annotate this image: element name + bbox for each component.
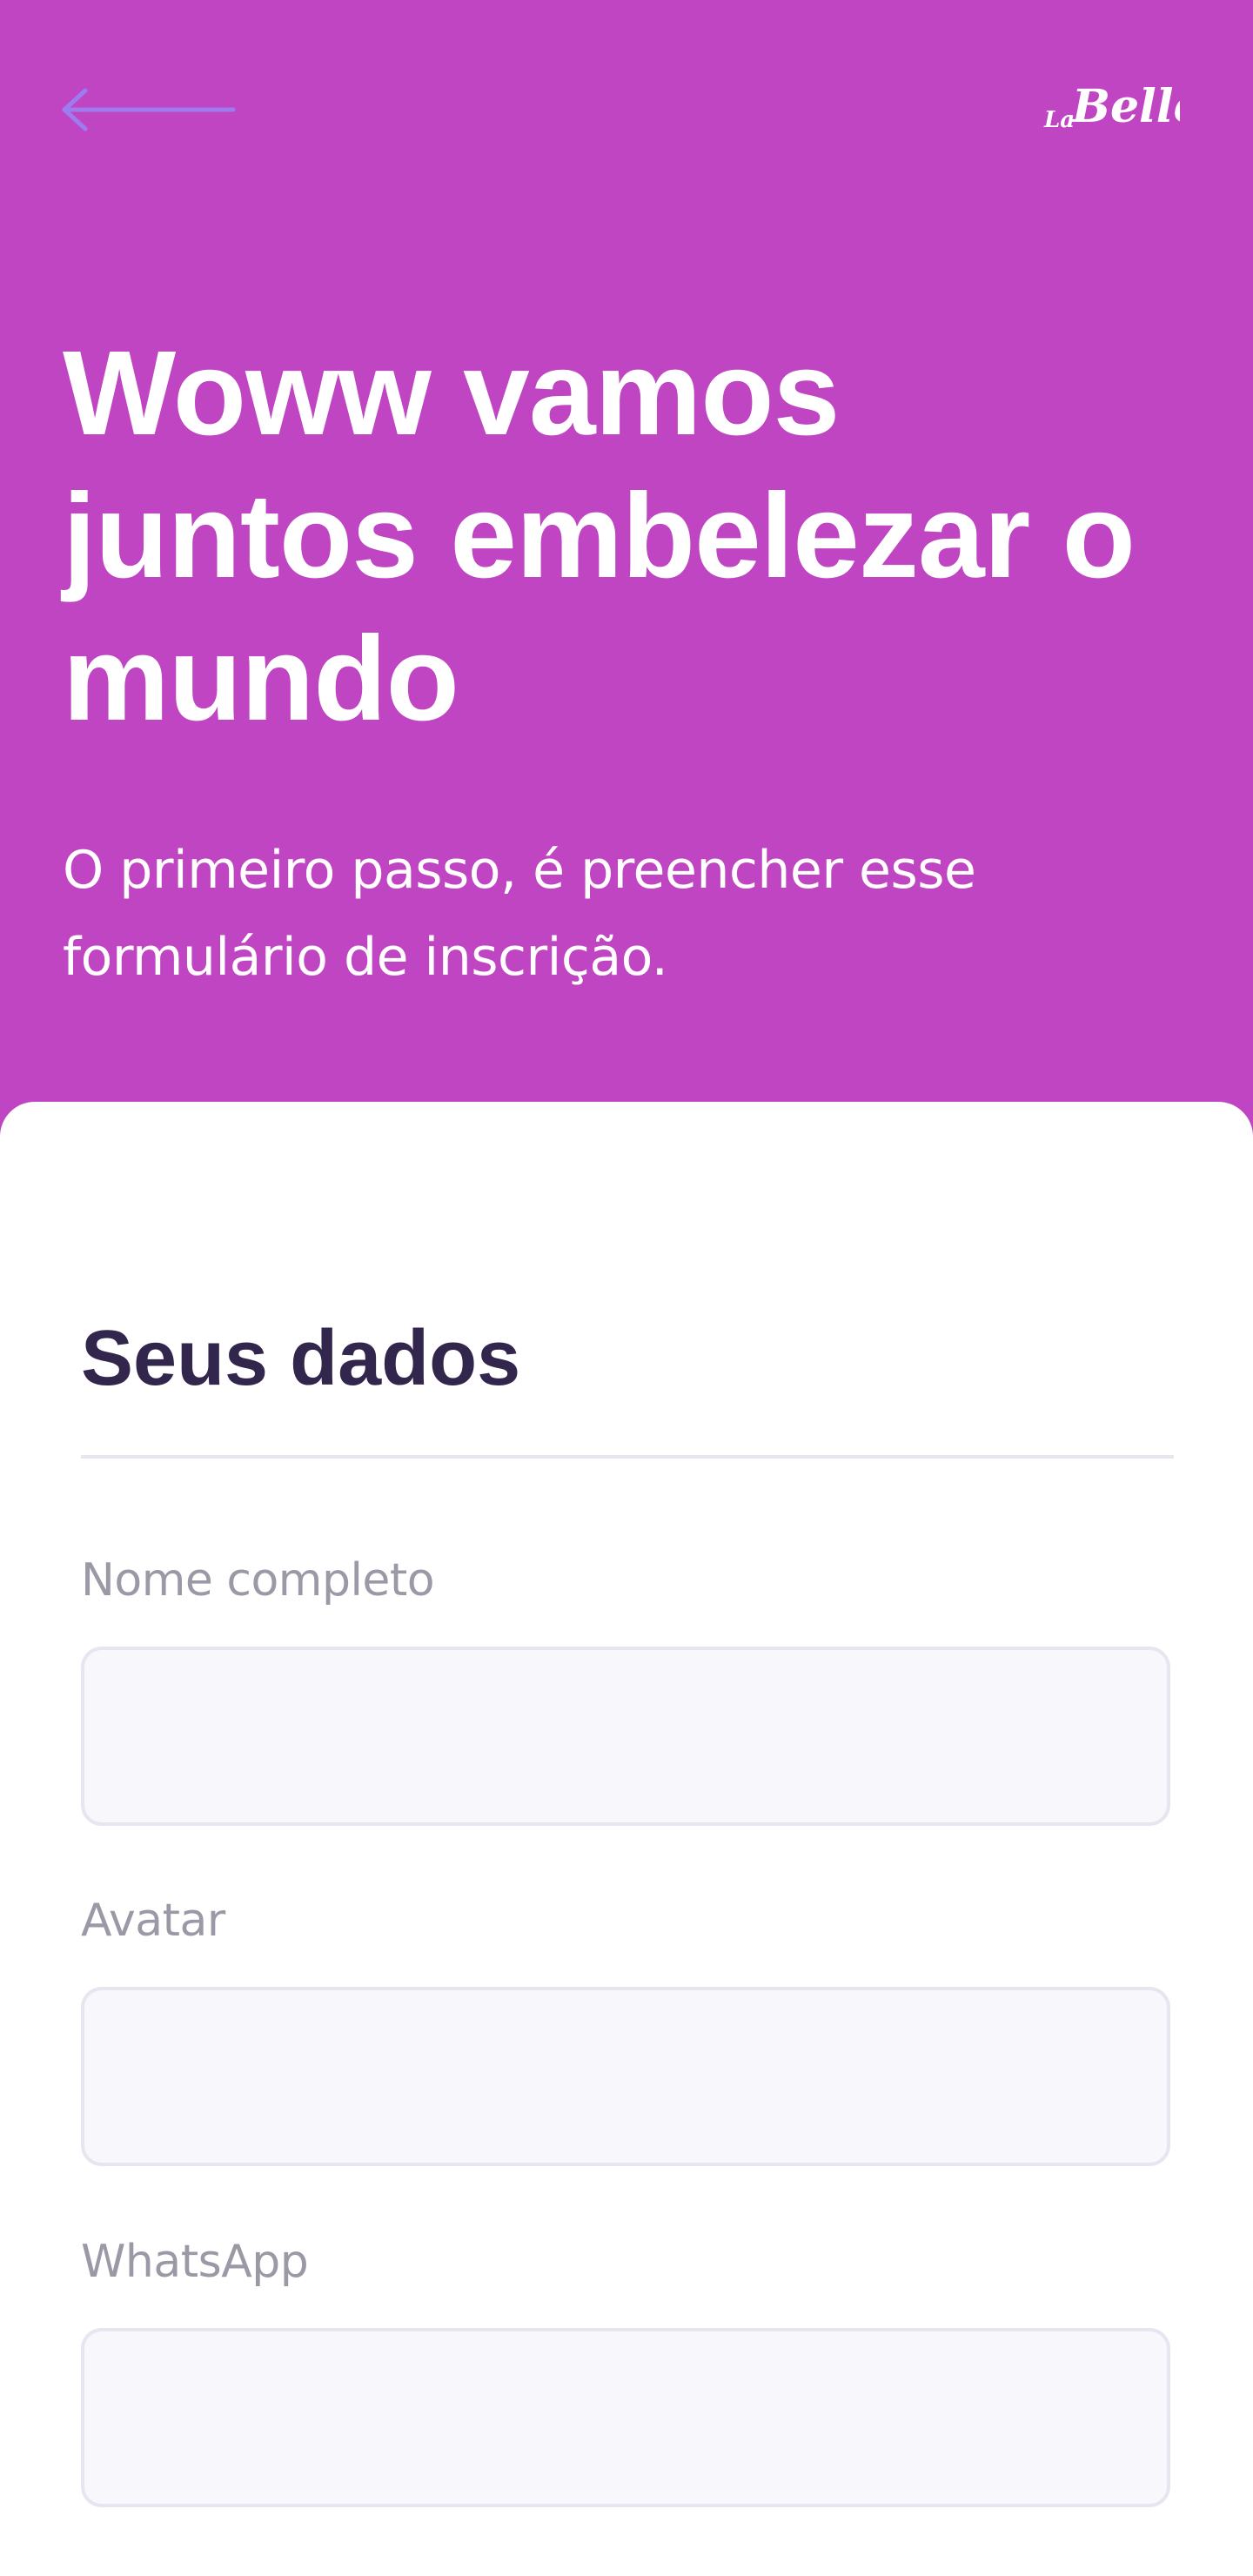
name-field-label: Nome completo xyxy=(81,1554,435,1607)
section-title: Seus dados xyxy=(81,1315,521,1402)
brand-logo: La Belle xyxy=(1043,80,1180,133)
arrow-left-icon xyxy=(62,88,236,131)
page-title: Woww vamos juntos embelezar o mundo xyxy=(63,326,1136,746)
whatsapp-field-label: WhatsApp xyxy=(81,2236,309,2288)
page: La Belle Woww vamos juntos embelezar o m… xyxy=(0,0,1253,2576)
avatar-field-label: Avatar xyxy=(81,1895,225,1947)
name-field[interactable] xyxy=(81,1647,1170,1826)
header: La Belle Woww vamos juntos embelezar o m… xyxy=(0,0,1253,1104)
logo: La Belle xyxy=(1041,68,1180,146)
whatsapp-field[interactable] xyxy=(81,2328,1170,2507)
form-card: Seus dados Nome completo Avatar WhatsApp xyxy=(0,1102,1253,2576)
section-divider xyxy=(81,1455,1174,1459)
avatar-field[interactable] xyxy=(81,1987,1170,2166)
page-subtitle: O primeiro passo, é preencher esse formu… xyxy=(63,840,976,988)
back-button[interactable] xyxy=(59,84,237,136)
svg-text:La: La xyxy=(1043,107,1075,133)
svg-text:Belle: Belle xyxy=(1070,80,1180,133)
